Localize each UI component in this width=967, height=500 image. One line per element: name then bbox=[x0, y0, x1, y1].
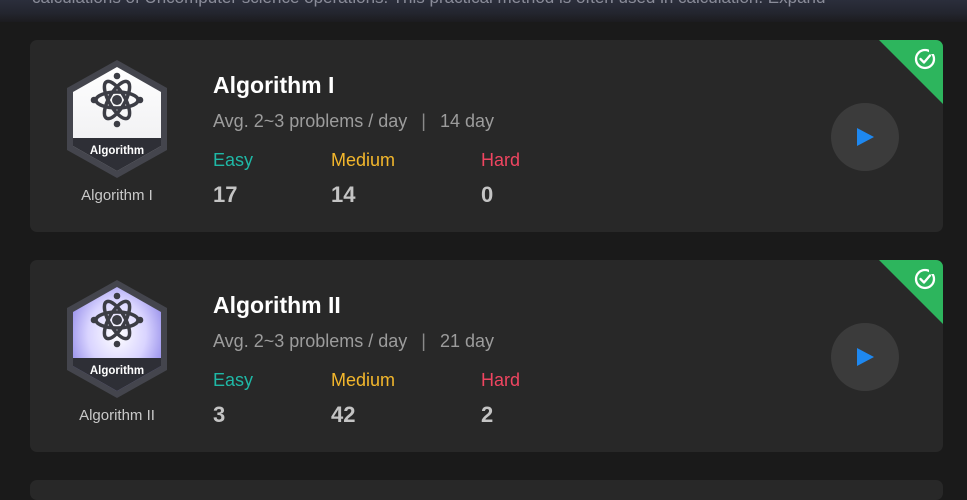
badge-name: Algorithm I bbox=[81, 187, 153, 204]
avg-problems: Avg. 2~3 problems / day bbox=[213, 331, 408, 351]
hard-count: 0 bbox=[481, 182, 494, 207]
plan-title[interactable]: Algorithm I bbox=[213, 72, 334, 99]
medium-count: 42 bbox=[331, 402, 356, 427]
badge-label: Algorithm bbox=[90, 365, 144, 377]
play-button[interactable] bbox=[831, 323, 899, 391]
plan-days: 21 day bbox=[439, 331, 495, 351]
study-plan-card-partial[interactable] bbox=[30, 480, 943, 500]
study-plan-card[interactable]: Algorithm Algorithm I Algorithm I Avg. 2… bbox=[30, 40, 943, 232]
study-plan-card[interactable]: Algorithm Algorithm II Algorithm II Avg.… bbox=[30, 260, 943, 452]
easy-count: 17 bbox=[213, 182, 238, 207]
plan-title[interactable]: Algorithm II bbox=[213, 292, 341, 319]
intro-text: calculations of Uncomputer science opera… bbox=[32, 0, 932, 8]
medium-count: 14 bbox=[331, 182, 356, 207]
easy-count: 3 bbox=[213, 402, 226, 427]
play-button[interactable] bbox=[831, 103, 899, 171]
meta-separator: | bbox=[421, 111, 426, 131]
badge-label: Algorithm bbox=[90, 145, 144, 157]
plan-meta: Avg. 2~3 problems / day | 14 day bbox=[213, 111, 494, 132]
plan-days: 14 day bbox=[439, 111, 495, 131]
medium-label: Medium bbox=[331, 370, 396, 390]
hard-label: Hard bbox=[481, 370, 521, 390]
easy-label: Easy bbox=[213, 150, 254, 170]
completed-corner bbox=[879, 260, 943, 324]
hard-label: Hard bbox=[481, 150, 521, 170]
page-intro-text: calculations of Uncomputer science opera… bbox=[0, 0, 967, 22]
medium-label: Medium bbox=[331, 150, 396, 170]
atom-icon: Algorithm bbox=[67, 280, 167, 398]
hard-count: 2 bbox=[481, 402, 494, 427]
meta-separator: | bbox=[421, 331, 426, 351]
play-icon bbox=[857, 128, 874, 146]
avg-problems: Avg. 2~3 problems / day bbox=[213, 111, 408, 131]
easy-label: Easy bbox=[213, 370, 254, 390]
play-icon bbox=[857, 348, 874, 366]
completed-corner bbox=[879, 40, 943, 104]
badge-name: Algorithm II bbox=[79, 407, 155, 424]
atom-icon: Algorithm bbox=[67, 60, 167, 178]
plan-meta: Avg. 2~3 problems / day | 21 day bbox=[213, 331, 494, 352]
